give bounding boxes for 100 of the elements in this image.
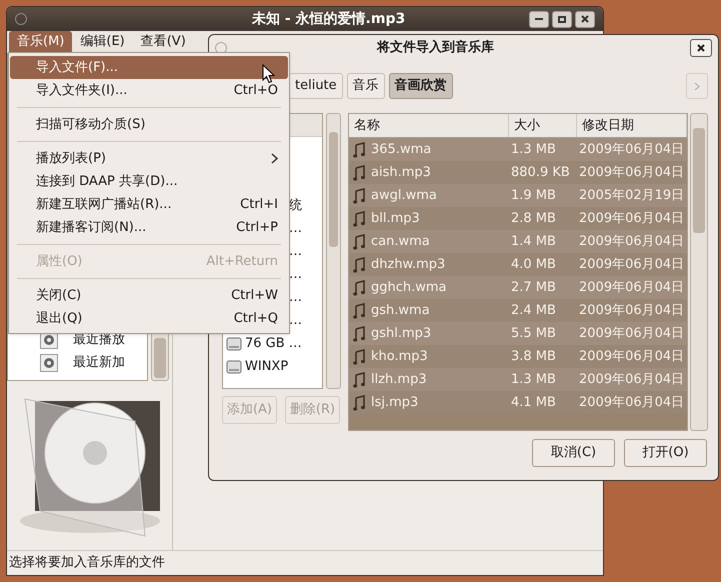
menu-item-label: 播放列表(P): [36, 150, 106, 168]
menu-item[interactable]: 退出(Q) Ctrl+Q: [10, 307, 288, 330]
music-note-icon: [353, 142, 365, 158]
path-button[interactable]: 音乐: [346, 73, 385, 99]
file-size: 1.3 MB: [510, 140, 557, 159]
file-date: 2009年06月04日: [578, 210, 684, 228]
hard-drive-icon: [226, 336, 242, 352]
music-note-icon: [353, 280, 365, 296]
file-size: 1.4 MB: [510, 232, 557, 251]
place-item[interactable]: WINXP: [223, 355, 322, 378]
menu-item-label: 属性(O): [36, 252, 82, 271]
close-icon: [581, 15, 589, 23]
place-label[interactable]: …: [289, 218, 302, 238]
menu-shortcut: Ctrl+P: [236, 218, 278, 237]
dialog-title: 将文件导入到音乐库: [377, 38, 494, 58]
music-note-icon: [353, 394, 365, 410]
file-date: 2009年06月04日: [578, 140, 684, 159]
file-name: kho.mp3: [371, 348, 428, 366]
dialog-button[interactable]: 取消(C): [532, 439, 615, 467]
menu-item-label: 连接到 DAAP 共享(D)...: [36, 172, 178, 191]
file-date: 2009年06月04日: [578, 256, 684, 274]
close-button[interactable]: [575, 10, 595, 28]
menu-item-label: 导入文件夹(I)...: [36, 82, 128, 100]
window-title: 未知 - 永恒的爱情.mp3: [252, 10, 406, 28]
menu-item[interactable]: 新建互联网广播站(R)... Ctrl+I: [10, 193, 288, 216]
file-name: aish.mp3: [371, 164, 431, 182]
file-name: dhzhw.mp3: [371, 256, 446, 274]
menu-item-label: 导入文件(F)...: [36, 58, 118, 77]
file-name: llzh.mp3: [371, 370, 427, 389]
menu-item[interactable]: 新建播客订阅(N)... Ctrl+P: [10, 216, 288, 239]
menu-bar-item[interactable]: 编辑(E): [72, 31, 133, 53]
path-button[interactable]: 音画欣赏: [388, 73, 453, 99]
menu-item-label: 新建互联网广播站(R)...: [36, 196, 172, 214]
menu-item-label: 退出(Q): [36, 310, 82, 328]
file-date: 2009年06月04日: [578, 302, 684, 320]
source-list-item[interactable]: 最近新加: [8, 351, 147, 374]
file-name: gsh.wma: [371, 302, 430, 320]
file-date: 2009年06月04日: [578, 394, 684, 412]
column-header[interactable]: 名称: [349, 114, 509, 137]
mouse-pointer-icon: [262, 64, 275, 84]
file-size: 5.5 MB: [510, 324, 557, 343]
file-name: can.wma: [371, 232, 430, 251]
chevron-right-icon: [694, 82, 700, 90]
music-note-icon: [353, 372, 365, 388]
file-size: 2.4 MB: [510, 302, 557, 320]
music-note-icon: [353, 256, 365, 272]
place-label[interactable]: …: [289, 264, 302, 284]
music-note-icon: [353, 164, 365, 180]
maximize-button[interactable]: [552, 10, 572, 28]
music-note-icon: [353, 234, 365, 250]
menu-shortcut: Ctrl+O: [234, 82, 278, 100]
file-size: 3.8 MB: [510, 348, 557, 366]
file-size: 2.8 MB: [510, 210, 557, 228]
file-size: 4.1 MB: [510, 394, 557, 412]
place-label[interactable]: …: [289, 310, 302, 330]
menu-bar-item[interactable]: 查看(V): [132, 31, 194, 53]
file-name: bll.mp3: [371, 210, 420, 228]
music-note-icon: [353, 210, 365, 226]
file-size: 1.9 MB: [510, 186, 557, 205]
close-button[interactable]: [690, 39, 712, 57]
file-name: gshl.mp3: [371, 324, 432, 343]
menu-shortcut: Ctrl+W: [231, 286, 278, 305]
window-menu-icon[interactable]: [15, 13, 27, 25]
menu-item[interactable]: 导入文件夹(I)... Ctrl+O: [10, 79, 288, 102]
music-note-icon: [353, 326, 365, 342]
file-size: 4.0 MB: [510, 256, 557, 274]
menu-item[interactable]: 导入文件(F)...: [10, 56, 288, 79]
status-text: 选择将要加入音乐库的文件: [9, 554, 165, 572]
minimize-button[interactable]: [529, 10, 549, 28]
file-date: 2009年06月04日: [578, 278, 684, 297]
place-item[interactable]: 76 GB …: [223, 332, 322, 355]
place-label[interactable]: 统: [289, 196, 302, 216]
file-size: 1.3 MB: [510, 370, 557, 389]
file-size: 2.7 MB: [510, 278, 557, 297]
file-name: gghch.wma: [371, 278, 447, 297]
menu-item-label: 扫描可移动介质(S): [36, 116, 146, 134]
music-note-icon: [353, 348, 365, 364]
file-date: 2009年06月04日: [578, 370, 684, 389]
file-name: 365.wma: [371, 140, 432, 159]
place-label[interactable]: …: [289, 288, 302, 308]
menu-item[interactable]: 连接到 DAAP 共享(D)...: [10, 170, 288, 193]
menu-shortcut: Ctrl+I: [240, 196, 278, 214]
column-header[interactable]: 修改日期: [577, 114, 687, 137]
menu-item[interactable]: 关闭(C) Ctrl+W: [10, 284, 288, 307]
music-note-icon: [353, 188, 365, 204]
place-label[interactable]: …: [289, 242, 302, 262]
dialog-button[interactable]: 打开(O): [624, 439, 707, 467]
menu-item[interactable]: 播放列表(P): [10, 147, 288, 170]
close-icon: [697, 44, 705, 52]
menu-item-label: 新建播客订阅(N)...: [36, 218, 146, 237]
music-note-icon: [353, 302, 365, 318]
hard-drive-icon: [226, 358, 242, 374]
file-size: 880.9 KB: [510, 164, 571, 182]
file-date: 2009年06月04日: [578, 164, 684, 182]
column-header[interactable]: 大小: [509, 114, 577, 137]
menu-item[interactable]: 扫描可移动介质(S): [10, 113, 288, 136]
file-date: 2009年06月04日: [578, 348, 684, 366]
path-button[interactable]: teliute: [289, 73, 343, 99]
file-name: awgl.wma: [371, 186, 437, 205]
menu-bar-item[interactable]: 音乐(M): [9, 31, 72, 53]
